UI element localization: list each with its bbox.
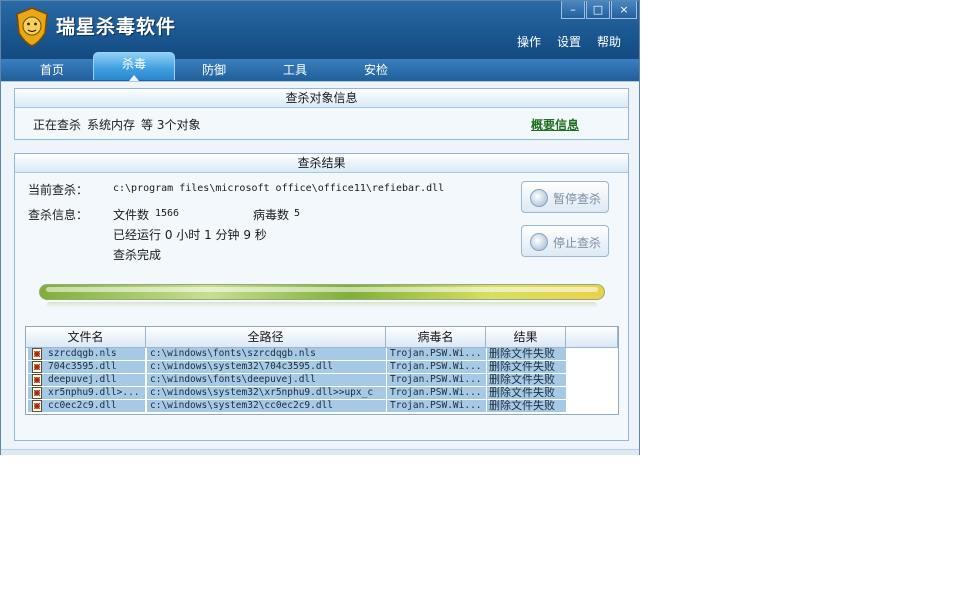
- stop-scan-label: 停止查杀: [553, 236, 602, 250]
- pause-scan-button[interactable]: 暂停查杀: [521, 181, 609, 213]
- pause-icon: [530, 189, 548, 207]
- cell-result: 删除文件失败: [487, 374, 566, 386]
- cell-path: c:\windows\fonts\szrcdqgb.nls: [147, 348, 386, 360]
- virus-count-value: 5: [294, 208, 301, 219]
- cell-filename: 704c3595.dll: [28, 361, 145, 373]
- tab-home[interactable]: 首页: [12, 59, 92, 81]
- cell-path: c:\windows\fonts\deepuvej.dll: [147, 374, 386, 386]
- menu-settings[interactable]: 设置: [557, 33, 581, 50]
- minimize-button[interactable]: –: [561, 1, 585, 19]
- virus-file-icon: [32, 374, 42, 386]
- main-window: 瑞星杀毒软件 – □ × 操作 设置 帮助 首页 杀毒 防御 工具 安检 查杀对…: [0, 0, 640, 455]
- menu-help[interactable]: 帮助: [597, 33, 621, 50]
- cell-filename: szrcdqgb.nls: [28, 348, 145, 360]
- table-row[interactable]: 704c3595.dll c:\windows\system32\704c3595…: [28, 361, 566, 374]
- column-header-filename[interactable]: 文件名: [26, 327, 146, 347]
- file-count-value: 1566: [155, 208, 180, 219]
- table-header: 文件名 全路径 病毒名 结果: [26, 327, 618, 348]
- virus-file-icon: [32, 387, 42, 399]
- results-table: 文件名 全路径 病毒名 结果 szrcdqgb.nls c:\windows\fo…: [25, 326, 619, 415]
- cell-filename: deepuvej.dll: [28, 374, 145, 386]
- current-scan-path: c:\program files\microsoft office\office…: [113, 183, 445, 194]
- scan-result-title: 查杀结果: [15, 154, 628, 173]
- scan-status-prefix: 正在查杀: [33, 118, 82, 132]
- virus-file-icon: [32, 348, 42, 360]
- table-row[interactable]: szrcdqgb.nls c:\windows\fonts\szrcdqgb.nl…: [28, 348, 566, 361]
- menu-operations[interactable]: 操作: [517, 33, 541, 50]
- scan-progress-bar: [39, 284, 605, 300]
- cell-result: 删除文件失败: [487, 348, 566, 360]
- cell-result: 删除文件失败: [487, 361, 566, 373]
- progress-reflection: [47, 302, 597, 308]
- maximize-button[interactable]: □: [586, 1, 610, 19]
- tab-security-check[interactable]: 安检: [336, 59, 416, 81]
- app-title: 瑞星杀毒软件: [56, 16, 177, 38]
- column-header-result[interactable]: 结果: [486, 327, 566, 347]
- virus-file-icon: [32, 361, 42, 373]
- stop-icon: [530, 233, 548, 251]
- stop-scan-button[interactable]: 停止查杀: [521, 225, 609, 257]
- tab-defense[interactable]: 防御: [174, 59, 254, 81]
- column-header-path[interactable]: 全路径: [146, 327, 386, 347]
- cell-path: c:\windows\system32\704c3595.dll: [147, 361, 386, 373]
- tab-scan[interactable]: 杀毒: [93, 52, 175, 81]
- window-controls: – □ ×: [560, 1, 637, 19]
- table-row[interactable]: xr5nphu9.dll>... c:\windows\system32\xr5n…: [28, 387, 566, 400]
- scan-complete-text: 查杀完成: [113, 248, 162, 262]
- cell-filename: xr5nphu9.dll>...: [28, 387, 145, 399]
- cell-path: c:\windows\system32\cc0ec2c9.dll: [147, 400, 386, 412]
- table-row[interactable]: cc0ec2c9.dll c:\windows\system32\cc0ec2c9…: [28, 400, 566, 413]
- file-count-label: 文件数: [113, 208, 150, 222]
- target-info-panel: 查杀对象信息 正在查杀 系统内存 等 3个对象 概要信息: [14, 88, 629, 140]
- scan-status-suffix: 等 3个对象: [141, 118, 201, 132]
- virus-count-label: 病毒数: [253, 208, 290, 222]
- target-info-title: 查杀对象信息: [15, 89, 628, 108]
- top-menu: 操作 设置 帮助: [517, 33, 621, 50]
- cell-virus: Trojan.PSW.Wi...: [387, 374, 486, 386]
- scan-object: 系统内存: [87, 118, 136, 132]
- close-button[interactable]: ×: [611, 1, 637, 19]
- cell-virus: Trojan.PSW.Wi...: [387, 400, 486, 412]
- cell-virus: Trojan.PSW.Wi...: [387, 361, 486, 373]
- tab-bar: 首页 杀毒 防御 工具 安检: [1, 52, 639, 82]
- cell-filename: cc0ec2c9.dll: [28, 400, 145, 412]
- table-row[interactable]: deepuvej.dll c:\windows\fonts\deepuvej.dl…: [28, 374, 566, 387]
- cell-virus: Trojan.PSW.Wi...: [387, 348, 486, 360]
- elapsed-time: 已经运行 0 小时 1 分钟 9 秒: [113, 228, 267, 242]
- window-bottom-border: [1, 449, 639, 455]
- cell-result: 删除文件失败: [487, 387, 566, 399]
- cell-result: 删除文件失败: [487, 400, 566, 412]
- column-header-filler: [566, 327, 618, 347]
- virus-file-icon: [32, 400, 42, 412]
- column-header-virus[interactable]: 病毒名: [386, 327, 486, 347]
- lion-shield-icon: [16, 7, 48, 47]
- tab-tools[interactable]: 工具: [255, 59, 335, 81]
- scan-info-label: 查杀信息：: [28, 208, 89, 222]
- pause-scan-label: 暂停查杀: [553, 192, 602, 206]
- current-scan-label: 当前查杀：: [28, 183, 89, 197]
- cell-path: c:\windows\system32\xr5nphu9.dll>>upx_c: [147, 387, 386, 399]
- summary-info-link[interactable]: 概要信息: [531, 116, 579, 133]
- cell-virus: Trojan.PSW.Wi...: [387, 387, 486, 399]
- title-bar[interactable]: 瑞星杀毒软件 – □ × 操作 设置 帮助: [1, 1, 639, 59]
